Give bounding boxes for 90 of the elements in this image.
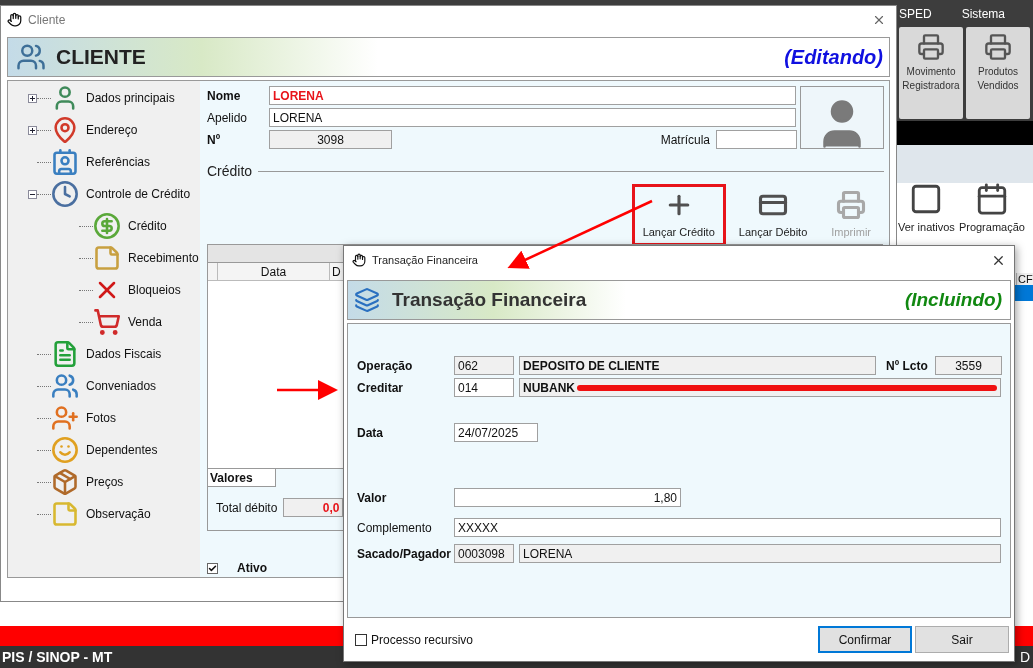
- payer-code-field[interactable]: 0003098: [454, 544, 514, 563]
- operation-name-field[interactable]: DEPOSITO DE CLIENTE: [519, 356, 876, 375]
- printer-icon: [836, 189, 867, 220]
- operation-code-field[interactable]: 062: [454, 356, 514, 375]
- status-text: D: [1019, 647, 1030, 667]
- nickname-field[interactable]: LORENA: [269, 108, 796, 127]
- field-label: Nº Lcto: [886, 357, 929, 375]
- cart-icon: [93, 308, 121, 336]
- field-label: Creditar: [357, 379, 404, 397]
- mode-label: (Editando): [784, 45, 883, 70]
- tree-item[interactable]: Fotos: [86, 409, 116, 427]
- field-label: Apelido: [207, 109, 249, 127]
- toolbar-button[interactable]: Ver inativos: [898, 181, 955, 235]
- values-tab[interactable]: Valores: [208, 469, 276, 488]
- name-field[interactable]: LORENA: [269, 86, 796, 105]
- tree-item[interactable]: Dependentes: [86, 441, 158, 459]
- hand-icon: [352, 253, 366, 267]
- tree-item[interactable]: Observação: [86, 505, 151, 523]
- field-label: Valor: [357, 489, 388, 507]
- field-label: Matrícula: [660, 131, 710, 149]
- field-label: Total débito: [216, 499, 278, 517]
- payer-name-field[interactable]: LORENA: [519, 544, 1001, 563]
- user-plus-icon: [51, 404, 79, 432]
- section-title: Crédito: [207, 162, 253, 181]
- smiley-icon: [51, 436, 79, 464]
- people-icon: [16, 42, 46, 72]
- registration-field[interactable]: [716, 130, 797, 149]
- tree-item[interactable]: Crédito: [128, 217, 167, 235]
- tree-item[interactable]: Dados Fiscais: [86, 345, 162, 363]
- date-field[interactable]: 24/07/2025: [454, 423, 538, 442]
- check-icon: [208, 563, 217, 573]
- ribbon-button[interactable]: Movimento Registradora: [899, 27, 963, 119]
- menu-item[interactable]: SPED: [899, 4, 932, 23]
- account-name-field[interactable]: NUBANK: [519, 378, 1001, 397]
- people-icon: [51, 372, 79, 400]
- number-field[interactable]: 3098: [269, 130, 392, 149]
- tree-item[interactable]: Bloqueios: [128, 281, 181, 299]
- field-label: Nome: [207, 87, 242, 105]
- stacked-blocks-icon: [354, 287, 380, 313]
- expand-icon[interactable]: [28, 93, 37, 103]
- toolbar-button[interactable]: Lançar Débito: [727, 184, 819, 246]
- recursive-checkbox[interactable]: [355, 633, 367, 646]
- field-label: Sacado/Pagador: [357, 545, 453, 563]
- amount-field[interactable]: 1,80: [454, 488, 681, 507]
- printer-icon: [917, 33, 945, 61]
- toolbar-button[interactable]: Programação: [958, 181, 1025, 235]
- crate-icon: [51, 468, 79, 496]
- checkbox-label: Processo recursivo: [371, 631, 474, 649]
- annotation-arrow: [277, 380, 338, 400]
- field-label: Nº: [207, 131, 222, 149]
- field-label: Operação: [357, 357, 414, 375]
- menu-item[interactable]: Sistema: [961, 4, 1006, 23]
- tree-item[interactable]: Conveniados: [86, 377, 157, 395]
- printer-icon: [984, 33, 1012, 61]
- note-icon: [93, 244, 121, 272]
- column-header[interactable]: Data: [218, 263, 330, 280]
- header-title: CLIENTE: [56, 44, 146, 71]
- window-title: Transação Financeira: [372, 252, 478, 268]
- clock-icon: [51, 180, 79, 208]
- document-icon: [51, 340, 79, 368]
- dialog-button[interactable]: Confirmar: [818, 626, 912, 653]
- status-text: PIS / SINOP - MT: [2, 647, 113, 667]
- tree-item[interactable]: Referências: [86, 153, 151, 171]
- ribbon-button[interactable]: Produtos Vendidos: [966, 27, 1030, 119]
- column-header[interactable]: CF: [1016, 273, 1033, 285]
- hand-icon: [7, 12, 22, 27]
- mode-label: (Incluindo): [904, 287, 1002, 312]
- tree-item[interactable]: Recebimento: [128, 249, 199, 267]
- tree-item[interactable]: Venda: [128, 313, 163, 331]
- complement-field[interactable]: XXXXX: [454, 518, 1001, 537]
- field-label: Complemento: [357, 519, 433, 537]
- tree-item[interactable]: Controle de Crédito: [86, 185, 191, 203]
- account-code-field[interactable]: 014: [454, 378, 514, 397]
- contact-card-icon: [51, 148, 79, 176]
- tree-item[interactable]: Preços: [86, 473, 124, 491]
- tree-item[interactable]: Dados principais: [86, 89, 175, 107]
- header-title: Transação Financeira: [392, 287, 587, 312]
- active-checkbox[interactable]: [207, 562, 218, 574]
- entry-number-field[interactable]: 3559: [935, 356, 1002, 375]
- window-title: Cliente: [28, 11, 66, 29]
- checkbox-label: Ativo: [237, 560, 267, 577]
- map-pin-icon: [51, 116, 79, 144]
- expand-icon[interactable]: [28, 125, 37, 135]
- collapse-icon[interactable]: [28, 189, 37, 199]
- total-debit-field[interactable]: 0,0: [283, 498, 344, 518]
- dollar-icon: [93, 212, 121, 240]
- dialog-button[interactable]: Sair: [915, 626, 1009, 653]
- tree-item[interactable]: Endereço: [86, 121, 138, 139]
- note-icon: [51, 500, 79, 528]
- field-label: Data: [357, 424, 384, 442]
